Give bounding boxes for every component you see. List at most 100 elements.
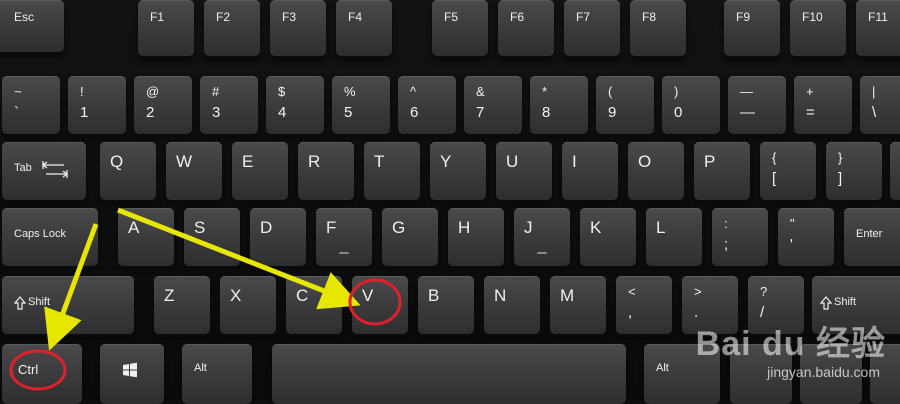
key-5-base: 5 — [344, 104, 353, 121]
key-backslash-shift: | — [872, 84, 876, 99]
watermark-url: jingyan.baidu.com — [767, 364, 880, 380]
tab-arrows-icon — [42, 161, 68, 178]
key-w: W — [166, 142, 222, 200]
key-n: N — [484, 276, 540, 334]
key-v: V — [352, 276, 408, 334]
key-5-shift: % — [344, 84, 356, 99]
key-7-shift: & — [476, 84, 485, 99]
key-9: (9 — [596, 76, 654, 134]
key-semicolon-base: ; — [724, 236, 729, 253]
key-e-label: E — [242, 152, 254, 171]
key-r: R — [298, 142, 354, 200]
key-u: U — [496, 142, 552, 200]
key-f8-label: F8 — [642, 10, 657, 24]
key-g: G — [382, 208, 438, 266]
key-alt-right-label: Alt — [656, 362, 669, 374]
key-minus: — — — [728, 76, 786, 134]
key-g-label: G — [392, 218, 406, 237]
key-rbrace: }] — [826, 142, 882, 200]
key-3: #3 — [200, 76, 258, 134]
key-d: D — [250, 208, 306, 266]
key-r-label: R — [308, 152, 321, 171]
key-o: O — [628, 142, 684, 200]
key-f-bump — [339, 252, 349, 254]
key-q-label: Q — [110, 152, 124, 171]
key-minus-base: — — [740, 104, 755, 121]
key-b-label: B — [428, 286, 440, 305]
key-enter-label: Enter — [856, 228, 883, 240]
key-backslash-base: \ — [872, 104, 877, 121]
key-m-label: M — [560, 286, 575, 305]
key-9-shift: ( — [608, 84, 613, 99]
key-j-bump — [537, 252, 547, 254]
key-1: ! 1 — [68, 76, 126, 134]
key-backquote-shift: ~ — [14, 84, 22, 99]
key-y-label: Y — [440, 152, 452, 171]
key-semicolon-shift: : — [724, 216, 728, 231]
key-f11: F11 — [856, 0, 900, 56]
watermark-logo: Bai du 经验 — [695, 325, 886, 363]
key-f7: F7 — [564, 0, 620, 56]
key-rbrace-shift: } — [838, 150, 843, 165]
key-caps-lock-label: Caps Lock — [14, 228, 66, 240]
key-f2: F2 — [204, 0, 260, 56]
shift-arrow-icon — [820, 296, 832, 310]
key-p-label: P — [704, 152, 716, 171]
key-quote-base: ' — [790, 236, 793, 253]
key-z: Z — [154, 276, 210, 334]
key-7-base: 7 — [476, 104, 485, 121]
key-j: J — [514, 208, 570, 266]
key-c-label: C — [296, 286, 309, 305]
key-lbrace: {[ — [760, 142, 816, 200]
key-8: * 8 — [530, 76, 588, 134]
key-2: @2 — [134, 76, 192, 134]
key-4-shift: $ — [278, 84, 286, 99]
key-left-shift: Shift — [2, 276, 134, 334]
key-f3: F3 — [270, 0, 326, 56]
key-rbrace-base: ] — [838, 170, 843, 187]
key-edge-right — [890, 142, 900, 200]
key-f: F — [316, 208, 372, 266]
key-p: P — [694, 142, 750, 200]
key-x: X — [220, 276, 276, 334]
key-right-shift-label: Shift — [834, 296, 857, 308]
key-comma: <, — [616, 276, 672, 334]
key-0-shift: ) — [674, 84, 679, 99]
key-caps-lock: Caps Lock — [2, 208, 98, 266]
key-c: C — [286, 276, 342, 334]
key-windows — [100, 344, 164, 404]
key-esc-label: Esc — [14, 10, 35, 24]
key-f1: F1 — [138, 0, 194, 56]
key-plus-shift: + — [806, 84, 814, 99]
key-semicolon: :; — [712, 208, 768, 266]
key-3-shift: # — [212, 84, 220, 99]
key-d-label: D — [260, 218, 273, 237]
key-y: Y — [430, 142, 486, 200]
key-m: M — [550, 276, 606, 334]
key-w-label: W — [176, 152, 193, 171]
key-f5: F5 — [432, 0, 488, 56]
key-quote: " ' — [778, 208, 834, 266]
key-e: E — [232, 142, 288, 200]
key-h-label: H — [458, 218, 471, 237]
key-9-base: 9 — [608, 104, 617, 121]
key-t: T — [364, 142, 420, 200]
key-period-shift: > — [694, 284, 702, 299]
key-6-base: 6 — [410, 104, 419, 121]
key-left-shift-label: Shift — [28, 296, 51, 308]
key-comma-shift: < — [628, 284, 636, 299]
shift-arrow-icon — [14, 296, 26, 310]
key-i: I — [562, 142, 618, 200]
key-2-base: 2 — [146, 104, 155, 121]
key-f11-label: F11 — [868, 10, 888, 24]
key-1-shift: ! — [80, 84, 84, 99]
key-k: K — [580, 208, 636, 266]
key-x-label: X — [230, 286, 242, 305]
key-v-label: V — [362, 286, 374, 305]
key-7: & 7 — [464, 76, 522, 134]
key-enter: Enter — [844, 208, 900, 266]
key-f3-label: F3 — [282, 10, 297, 24]
key-f6: F6 — [498, 0, 554, 56]
key-f9-label: F9 — [736, 10, 751, 24]
key-h: H — [448, 208, 504, 266]
